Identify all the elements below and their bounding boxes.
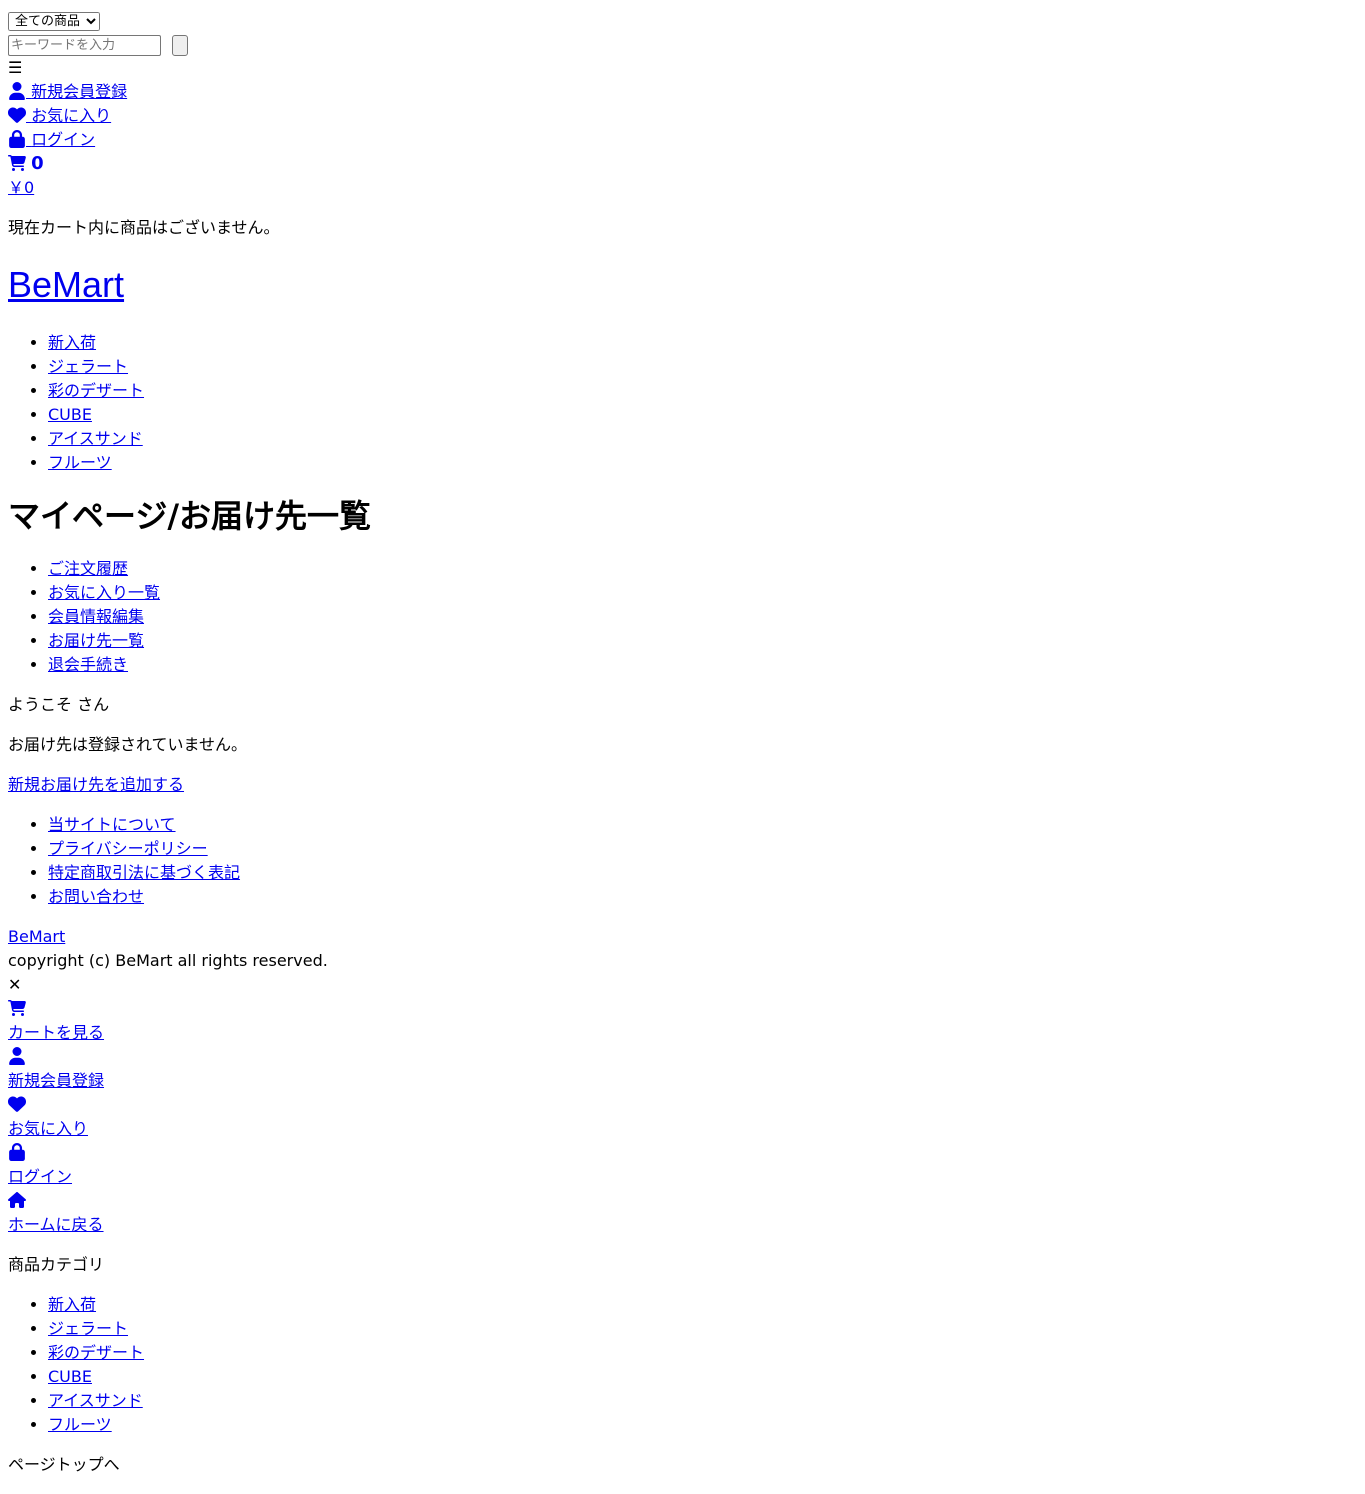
footer-link-contact[interactable]: お問い合わせ bbox=[48, 887, 144, 906]
drawer-login-link[interactable]: ログイン bbox=[8, 1167, 72, 1186]
mypage-menu-item: ご注文履歴 bbox=[48, 557, 1357, 581]
cart-empty-message: 現在カート内に商品はございません。 bbox=[8, 218, 280, 237]
mypage-menu-item: 退会手続き bbox=[48, 653, 1357, 677]
footer-link-item: 当サイトについて bbox=[48, 813, 1357, 837]
favorites-link[interactable]: お気に入り bbox=[8, 106, 111, 125]
category-link-dessert[interactable]: 彩のデザート bbox=[48, 381, 144, 400]
cart-total[interactable]: ￥0 bbox=[8, 178, 34, 197]
drawer-home-link[interactable]: ホームに戻る bbox=[8, 1215, 104, 1234]
cart-summary[interactable]: 0 bbox=[8, 152, 1357, 176]
register-label: 新規会員登録 bbox=[31, 82, 128, 101]
user-icon bbox=[8, 82, 26, 100]
search-input[interactable] bbox=[8, 35, 161, 56]
drawer-category-item: 新入荷 bbox=[48, 1293, 1357, 1317]
cart-icon bbox=[8, 154, 26, 172]
menu-toggle[interactable]: ☰ bbox=[8, 56, 1357, 80]
lock-icon bbox=[8, 1143, 26, 1161]
login-label: ログイン bbox=[31, 130, 96, 149]
add-address-link[interactable]: 新規お届け先を追加する bbox=[8, 775, 184, 794]
no-address-message: お届け先は登録されていません。 bbox=[8, 735, 248, 754]
welcome-message: ようこそ さん bbox=[8, 695, 110, 714]
category-link-fruit[interactable]: フルーツ bbox=[48, 453, 112, 472]
site-logo: BeMart bbox=[8, 264, 1357, 307]
footer-link-item: 特定商取引法に基づく表記 bbox=[48, 861, 1357, 885]
footer-link-item: お問い合わせ bbox=[48, 885, 1357, 909]
category-nav-item: CUBE bbox=[48, 403, 1357, 427]
footer-links: 当サイトについて プライバシーポリシー 特定商取引法に基づく表記 お問い合わせ bbox=[8, 813, 1357, 909]
favorites-label: お気に入り bbox=[31, 106, 112, 125]
category-link-cube[interactable]: CUBE bbox=[48, 405, 92, 424]
category-select-row: 全ての商品 bbox=[8, 8, 1357, 32]
search-button[interactable] bbox=[172, 35, 189, 56]
category-nav-item: アイスサンド bbox=[48, 427, 1357, 451]
copyright: copyright (c) BeMart all rights reserved… bbox=[8, 951, 328, 970]
login-link[interactable]: ログイン bbox=[8, 130, 95, 149]
mypage-menu-item: お届け先一覧 bbox=[48, 629, 1357, 653]
drawer-category-link-new[interactable]: 新入荷 bbox=[48, 1295, 96, 1314]
page-title: マイページ/お届け先一覧 bbox=[8, 497, 372, 535]
mypage-menu-item: お気に入り一覧 bbox=[48, 581, 1357, 605]
mypage-link-favorites[interactable]: お気に入り一覧 bbox=[48, 583, 160, 602]
heart-icon bbox=[8, 106, 26, 124]
drawer-category-link-fruit[interactable]: フルーツ bbox=[48, 1415, 112, 1434]
category-nav: 新入荷 ジェラート 彩のデザート CUBE アイスサンド フルーツ bbox=[8, 331, 1357, 475]
cart-count: 0 bbox=[31, 153, 44, 174]
footer-logo[interactable]: BeMart bbox=[8, 927, 65, 946]
drawer-cart-link[interactable]: カートを見る bbox=[8, 1023, 104, 1042]
drawer-favorites-link[interactable]: お気に入り bbox=[8, 1119, 88, 1138]
drawer-category-heading: 商品カテゴリ bbox=[8, 1255, 105, 1274]
search-row bbox=[8, 32, 1357, 56]
page-top-button[interactable]: ページトップへ bbox=[8, 1453, 1357, 1477]
drawer-category-item: CUBE bbox=[48, 1365, 1357, 1389]
category-link-gelato[interactable]: ジェラート bbox=[48, 357, 128, 376]
mypage-link-addresses[interactable]: お届け先一覧 bbox=[48, 631, 144, 650]
footer-link-item: プライバシーポリシー bbox=[48, 837, 1357, 861]
mypage-link-edit-member[interactable]: 会員情報編集 bbox=[48, 607, 144, 626]
category-link-icesand[interactable]: アイスサンド bbox=[48, 429, 143, 448]
category-nav-item: ジェラート bbox=[48, 355, 1357, 379]
category-select[interactable]: 全ての商品 bbox=[8, 12, 100, 31]
mypage-menu: ご注文履歴 お気に入り一覧 会員情報編集 お届け先一覧 退会手続き bbox=[8, 557, 1357, 677]
footer-link-tokushoho[interactable]: 特定商取引法に基づく表記 bbox=[48, 863, 240, 882]
menu-icon[interactable]: ☰ bbox=[8, 58, 22, 77]
drawer-category-list: 新入荷 ジェラート 彩のデザート CUBE アイスサンド フルーツ bbox=[8, 1293, 1357, 1437]
cart-icon bbox=[8, 999, 26, 1017]
drawer-category-item: ジェラート bbox=[48, 1317, 1357, 1341]
category-link-new[interactable]: 新入荷 bbox=[48, 333, 96, 352]
footer-link-about[interactable]: 当サイトについて bbox=[48, 815, 176, 834]
mypage-menu-item: 会員情報編集 bbox=[48, 605, 1357, 629]
category-nav-item: フルーツ bbox=[48, 451, 1357, 475]
close-icon[interactable]: ✕ bbox=[8, 975, 21, 994]
mypage-link-order-history[interactable]: ご注文履歴 bbox=[48, 559, 128, 578]
heart-icon bbox=[8, 1095, 26, 1113]
drawer-category-link-icesand[interactable]: アイスサンド bbox=[48, 1391, 143, 1410]
user-icon bbox=[8, 1047, 26, 1065]
category-nav-item: 新入荷 bbox=[48, 331, 1357, 355]
category-nav-item: 彩のデザート bbox=[48, 379, 1357, 403]
drawer-close-button[interactable]: ✕ bbox=[8, 973, 1357, 997]
lock-icon bbox=[8, 130, 26, 148]
drawer-category-item: アイスサンド bbox=[48, 1389, 1357, 1413]
mypage-link-withdraw[interactable]: 退会手続き bbox=[48, 655, 128, 674]
drawer-category-item: 彩のデザート bbox=[48, 1341, 1357, 1365]
drawer-category-link-dessert[interactable]: 彩のデザート bbox=[48, 1343, 144, 1362]
drawer-register-link[interactable]: 新規会員登録 bbox=[8, 1071, 104, 1090]
site-logo-link[interactable]: BeMart bbox=[8, 264, 124, 305]
drawer-category-item: フルーツ bbox=[48, 1413, 1357, 1437]
drawer-category-link-cube[interactable]: CUBE bbox=[48, 1367, 92, 1386]
drawer-category-link-gelato[interactable]: ジェラート bbox=[48, 1319, 128, 1338]
register-link[interactable]: 新規会員登録 bbox=[8, 82, 127, 101]
footer-link-privacy[interactable]: プライバシーポリシー bbox=[48, 839, 208, 858]
home-icon bbox=[8, 1191, 26, 1209]
